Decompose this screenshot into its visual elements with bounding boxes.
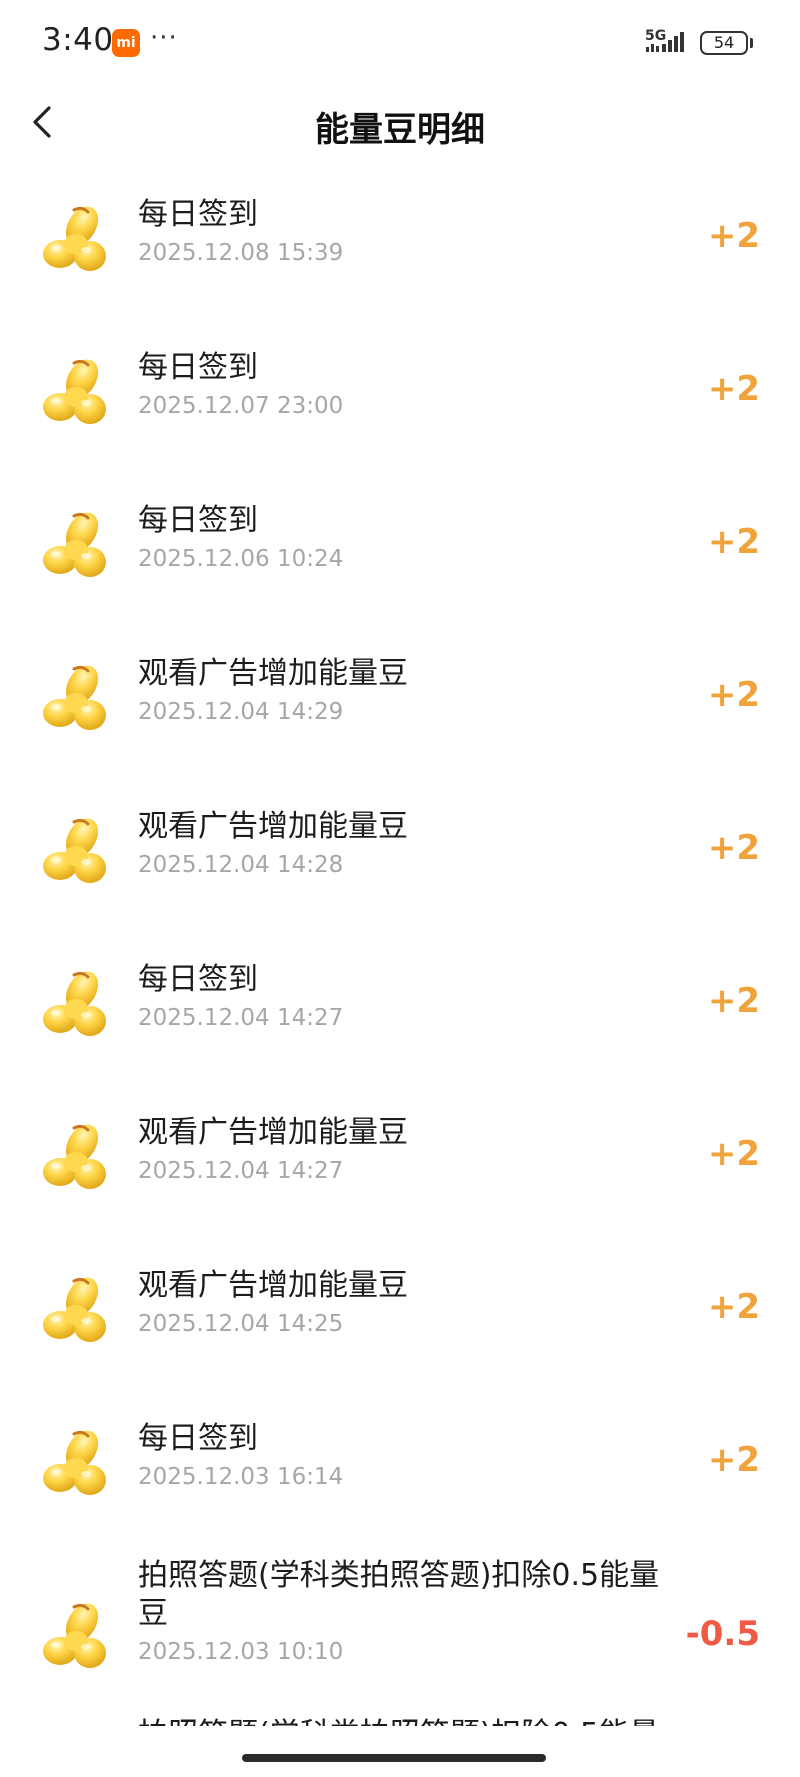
list-item-title: 每日签到 bbox=[138, 503, 258, 538]
list-item-title: 观看广告增加能量豆 bbox=[138, 656, 408, 691]
list-item-amount: +2 bbox=[707, 675, 760, 715]
list-item-amount: +2 bbox=[707, 522, 760, 562]
list-item-timestamp: 2025.12.04 14:27 bbox=[138, 1005, 344, 1031]
more-notifications-icon: ··· bbox=[150, 23, 178, 53]
list-item-timestamp: 2025.12.08 15:39 bbox=[138, 240, 344, 266]
list-item-texts: 观看广告增加能量豆 2025.12.04 14:28 bbox=[138, 808, 678, 880]
list-item-texts: 每日签到 2025.12.04 14:27 bbox=[138, 961, 678, 1033]
list-item-amount: +2 bbox=[707, 1287, 760, 1327]
list-item-title: 每日签到 bbox=[138, 962, 258, 997]
list-item-amount: +2 bbox=[707, 1440, 760, 1480]
energy-bean-icon bbox=[43, 1603, 106, 1668]
list-item-title: 每日签到 bbox=[138, 1421, 258, 1456]
home-indicator[interactable] bbox=[242, 1754, 546, 1762]
list-item[interactable]: 每日签到 2025.12.08 15:39 +2 bbox=[0, 160, 800, 313]
list-item-title: 观看广告增加能量豆 bbox=[138, 1115, 408, 1150]
list-item[interactable]: 观看广告增加能量豆 2025.12.04 14:27 +2 bbox=[0, 1078, 800, 1231]
status-bar: 3:40 mi ··· 5G 54 bbox=[0, 0, 800, 90]
list-item-title: 观看广告增加能量豆 bbox=[138, 1268, 408, 1303]
list-item-amount: +2 bbox=[707, 369, 760, 409]
list-item-texts: 观看广告增加能量豆 2025.12.04 14:29 bbox=[138, 655, 678, 727]
list-item-texts: 拍照答题(学科类拍照答题)扣除0.5能量豆 2025.12.03 10:10 bbox=[138, 1557, 678, 1667]
energy-bean-icon bbox=[43, 512, 106, 577]
list-item-amount: +2 bbox=[707, 981, 760, 1021]
list-item[interactable]: 每日签到 2025.12.07 23:00 +2 bbox=[0, 313, 800, 466]
list-item-title: 每日签到 bbox=[138, 350, 258, 385]
list-item-amount: +2 bbox=[707, 216, 760, 256]
list-item-timestamp: 2025.12.07 23:00 bbox=[138, 393, 344, 419]
battery-indicator: 54 bbox=[700, 31, 748, 55]
list-item-texts: 每日签到 2025.12.07 23:00 bbox=[138, 349, 678, 421]
list-item-timestamp: 2025.12.04 14:29 bbox=[138, 699, 344, 725]
list-item[interactable]: 观看广告增加能量豆 2025.12.04 14:29 +2 bbox=[0, 619, 800, 772]
list-item-timestamp: 2025.12.04 14:28 bbox=[138, 852, 344, 878]
records-list: 每日签到 2025.12.08 15:39 +2 每日签到 2025.12.07 bbox=[0, 160, 800, 1712]
list-item-timestamp: 2025.12.06 10:24 bbox=[138, 546, 344, 572]
list-item[interactable]: 每日签到 2025.12.06 10:24 +2 bbox=[0, 466, 800, 619]
list-item-title: 拍照答题(学科类拍照答题)扣除0.5能量豆 bbox=[138, 1558, 660, 1631]
list-item-amount: +2 bbox=[707, 828, 760, 868]
page-title: 能量豆明细 bbox=[315, 110, 485, 150]
list-item-title: 每日签到 bbox=[138, 197, 258, 232]
signal-strength-icon bbox=[646, 32, 684, 52]
list-item-amount: -0.5 bbox=[685, 1614, 760, 1654]
energy-bean-icon bbox=[43, 665, 106, 730]
list-item-timestamp: 2025.12.03 10:10 bbox=[138, 1639, 344, 1665]
list-item-timestamp: 2025.12.04 14:25 bbox=[138, 1311, 344, 1337]
list-item-timestamp: 2025.12.03 16:14 bbox=[138, 1464, 344, 1490]
list-item[interactable]: 观看广告增加能量豆 2025.12.04 14:25 +2 bbox=[0, 1231, 800, 1384]
energy-bean-icon bbox=[43, 818, 106, 883]
energy-bean-icon bbox=[43, 1124, 106, 1189]
energy-bean-icon bbox=[43, 971, 106, 1036]
list-item-title: 观看广告增加能量豆 bbox=[138, 809, 408, 844]
list-item-texts: 每日签到 2025.12.08 15:39 bbox=[138, 196, 678, 268]
list-item[interactable]: 观看广告增加能量豆 2025.12.04 14:28 +2 bbox=[0, 772, 800, 925]
mi-app-icon: mi bbox=[112, 29, 140, 57]
list-item-timestamp: 2025.12.04 14:27 bbox=[138, 1158, 344, 1184]
battery-tip-icon bbox=[750, 38, 753, 48]
list-item[interactable]: 每日签到 2025.12.03 16:14 +2 bbox=[0, 1384, 800, 1537]
partial-list-item-title: 拍照答题(学科类拍照答题)扣除0.5能量 bbox=[138, 1716, 698, 1726]
list-item[interactable]: 拍照答题(学科类拍照答题)扣除0.5能量豆 2025.12.03 10:10 -… bbox=[0, 1537, 800, 1712]
energy-bean-icon bbox=[43, 206, 106, 271]
list-item-texts: 每日签到 2025.12.03 16:14 bbox=[138, 1420, 678, 1492]
list-item-texts: 观看广告增加能量豆 2025.12.04 14:25 bbox=[138, 1267, 678, 1339]
list-item-amount: +2 bbox=[707, 1134, 760, 1174]
partial-list-item: 拍照答题(学科类拍照答题)扣除0.5能量 bbox=[138, 1706, 698, 1726]
list-item[interactable]: 每日签到 2025.12.04 14:27 +2 bbox=[0, 925, 800, 1078]
energy-bean-icon bbox=[43, 1430, 106, 1495]
list-item-texts: 观看广告增加能量豆 2025.12.04 14:27 bbox=[138, 1114, 678, 1186]
status-time: 3:40 bbox=[42, 22, 114, 58]
list-item-texts: 每日签到 2025.12.06 10:24 bbox=[138, 502, 678, 574]
energy-bean-icon bbox=[43, 359, 106, 424]
energy-bean-icon bbox=[43, 1277, 106, 1342]
